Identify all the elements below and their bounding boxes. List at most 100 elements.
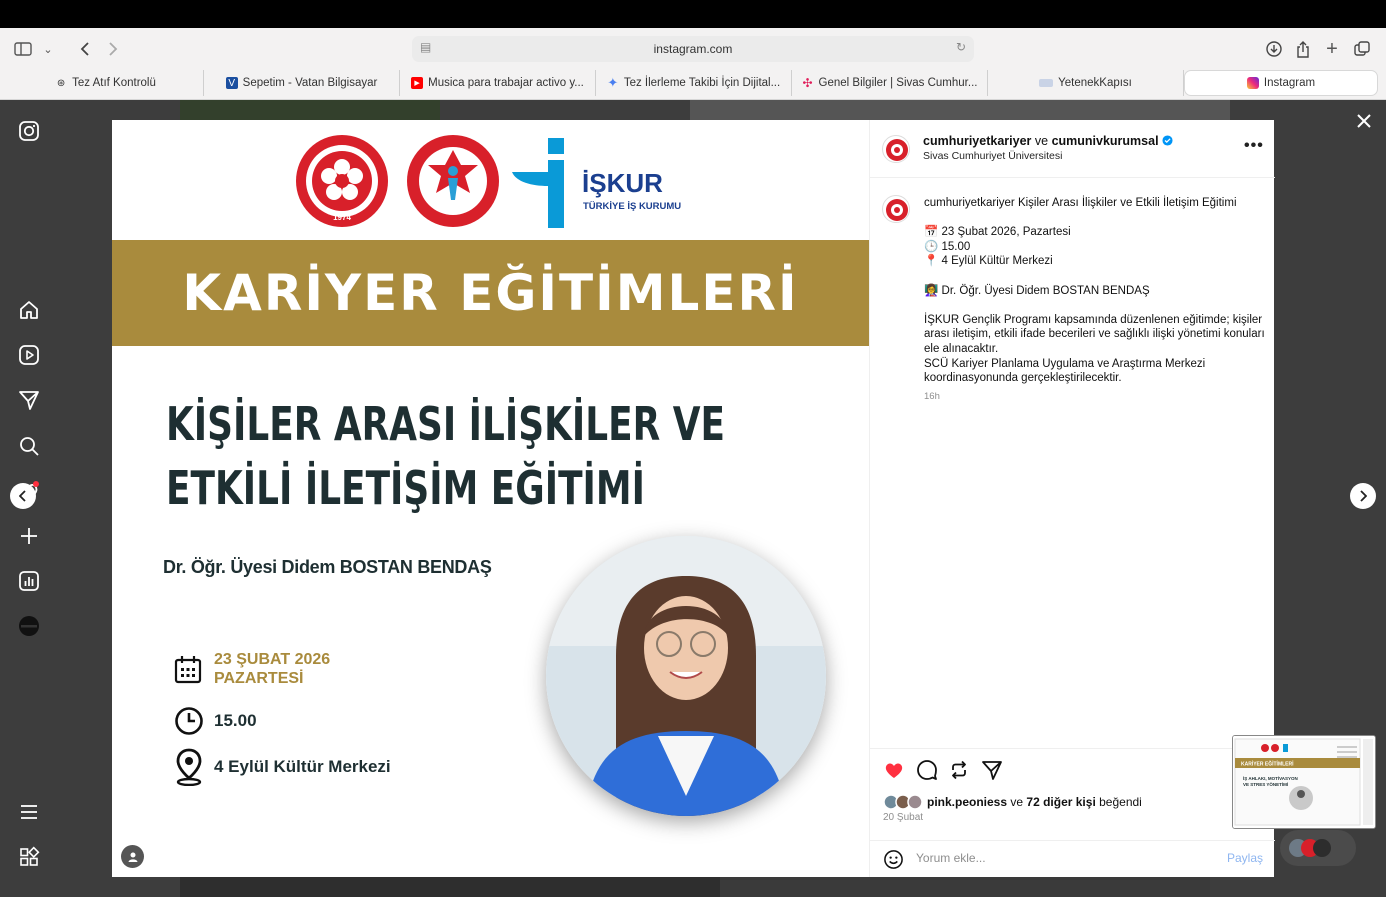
tab-gemini[interactable]: ✦ Tez İlerleme Takibi İçin Dijital... bbox=[596, 70, 792, 96]
poster-date-row: 23 ŞUBAT 2026 PAZARTESİ bbox=[174, 650, 330, 688]
close-modal-button[interactable] bbox=[1352, 110, 1376, 134]
activity-avatars[interactable] bbox=[1280, 830, 1356, 866]
likes-others[interactable]: 72 diğer kişi bbox=[1026, 795, 1095, 809]
tab-label: YetenekKapısı bbox=[1058, 77, 1132, 89]
next-post-preview[interactable]: KARİYER EĞİTİMLERİ İŞ AHLAKI, MOTİVASYON… bbox=[1232, 735, 1376, 829]
caption-timestamp[interactable]: 16h bbox=[924, 390, 1266, 405]
caption-body-2: SCÜ Kariyer Planlama Uygulama ve Araştır… bbox=[924, 357, 1206, 385]
authors-joiner: ve bbox=[1034, 134, 1049, 148]
tab-overview-icon[interactable] bbox=[1351, 38, 1373, 60]
iskur-logo: İŞKUR TÜRKİYE İŞ KURUMU bbox=[512, 138, 681, 228]
new-tab-icon[interactable]: + bbox=[1321, 38, 1343, 60]
reels-icon[interactable] bbox=[18, 344, 40, 366]
tab-label: Tez Atıf Kontrolü bbox=[72, 77, 156, 89]
youtube-icon: ▶ bbox=[411, 77, 424, 89]
post-comment-button[interactable]: Paylaş bbox=[1227, 851, 1263, 865]
background-post-thumbnail bbox=[720, 877, 1210, 897]
university-seal-logo: 1974 bbox=[296, 135, 388, 227]
preview-title-line1: İŞ AHLAKI, MOTİVASYON bbox=[1243, 775, 1298, 781]
tab-instagram[interactable]: Instagram bbox=[1184, 70, 1378, 96]
tab-vatan[interactable]: V Sepetim - Vatan Bilgisayar bbox=[204, 70, 400, 96]
iskur-subtitle: TÜRKİYE İŞ KURUMU bbox=[583, 201, 681, 212]
back-button[interactable] bbox=[74, 38, 96, 60]
chevron-left-icon bbox=[19, 490, 26, 502]
tab-yetenek[interactable]: YetenekKapısı bbox=[988, 70, 1184, 96]
likes-summary: pink.peoniess ve 72 diğer kişi beğendi bbox=[927, 795, 1142, 809]
likes-joiner: ve bbox=[1010, 795, 1024, 809]
tab-tez-atif[interactable]: ⊛ Tez Atıf Kontrolü bbox=[8, 70, 204, 96]
reload-icon[interactable]: ↻ bbox=[956, 40, 966, 54]
slack-icon: ✣ bbox=[802, 76, 813, 90]
poster-speaker: Dr. Öğr. Üyesi Didem BOSTAN BENDAŞ bbox=[163, 557, 492, 577]
search-icon[interactable] bbox=[18, 435, 40, 457]
likes-suffix: beğendi bbox=[1099, 795, 1142, 809]
messages-icon[interactable] bbox=[18, 389, 40, 411]
tagged-users-button[interactable] bbox=[121, 845, 144, 868]
sidebar-toggle-icon[interactable] bbox=[12, 38, 34, 60]
openai-icon: ⊛ bbox=[56, 77, 66, 89]
post-image[interactable]: 1974 İŞKUR TÜRKİYE İŞ KURUMU KARİYER EĞİ… bbox=[112, 120, 869, 877]
post-authors: cumhuriyetkariyer ve cumunivkurumsal bbox=[923, 134, 1173, 148]
comment-icon bbox=[917, 760, 937, 780]
repost-button[interactable] bbox=[948, 759, 970, 781]
next-post-button[interactable] bbox=[1350, 483, 1376, 509]
post-location[interactable]: Sivas Cumhuriyet Üniversitesi bbox=[923, 150, 1062, 162]
user-icon bbox=[128, 852, 137, 862]
home-icon[interactable] bbox=[18, 299, 40, 321]
download-icon[interactable] bbox=[1263, 38, 1285, 60]
address-bar[interactable]: ▤ instagram.com ↻ bbox=[412, 36, 974, 62]
caption-place: 📍 4 Eylül Kültür Merkezi bbox=[924, 255, 1053, 268]
tab-label: Sepetim - Vatan Bilgisayar bbox=[242, 77, 378, 89]
tab-sivas[interactable]: ✣ Genel Bilgiler | Sivas Cumhur... bbox=[792, 70, 988, 96]
comment-input[interactable]: Yorum ekle... bbox=[916, 851, 986, 865]
poster-headline-line1: KİŞİLER ARASI İLİŞKİLER VE bbox=[166, 397, 726, 451]
coauthor-username[interactable]: cumunivkurumsal bbox=[1052, 134, 1159, 148]
forward-button[interactable] bbox=[102, 38, 124, 60]
create-icon[interactable] bbox=[18, 525, 40, 547]
like-button[interactable] bbox=[883, 759, 905, 781]
liker-avatars[interactable] bbox=[883, 794, 925, 810]
post-caption: cumhuriyetkariyer Kişiler Arası İlişkile… bbox=[924, 196, 1266, 404]
previous-post-button[interactable] bbox=[10, 483, 36, 509]
share-button[interactable] bbox=[981, 759, 1003, 781]
page-settings-icon[interactable]: ▤ bbox=[420, 40, 431, 54]
calendar-icon bbox=[174, 656, 202, 684]
emoji-icon[interactable] bbox=[883, 849, 904, 875]
vatan-icon: V bbox=[225, 77, 238, 89]
preview-title-line2: VE STRES YÖNETİMİ bbox=[1243, 781, 1288, 787]
chevron-down-icon[interactable]: ⌄ bbox=[37, 38, 59, 60]
liker-username[interactable]: pink.peoniess bbox=[927, 795, 1007, 809]
share-icon[interactable] bbox=[1292, 38, 1314, 60]
instagram-logo-icon[interactable] bbox=[18, 120, 40, 142]
caption-author[interactable]: cumhuriyetkariyer bbox=[924, 197, 1015, 209]
poster-headline: KİŞİLER ARASI İLİŞKİLER VE ETKİLİ İLETİŞ… bbox=[166, 392, 726, 520]
poster-time: 15.00 bbox=[214, 711, 257, 730]
more-apps-icon[interactable] bbox=[18, 846, 40, 868]
poster-date: 23 ŞUBAT 2026 bbox=[214, 651, 331, 668]
tab-label: Instagram bbox=[1263, 77, 1316, 89]
post-actions: pink.peoniess ve 72 diğer kişi beğendi 2… bbox=[870, 748, 1275, 877]
author-username[interactable]: cumhuriyetkariyer bbox=[923, 134, 1031, 148]
career-center-logo bbox=[407, 135, 499, 227]
poster-logos: 1974 İŞKUR TÜRKİYE İŞ KURUMU bbox=[112, 120, 869, 240]
caption-author-avatar[interactable] bbox=[882, 195, 910, 223]
background-post-thumbnail bbox=[180, 877, 720, 897]
tab-youtube[interactable]: ▶ Musica para trabajar activo y... bbox=[400, 70, 596, 96]
poster-band-title: KARİYER EĞİTİMLERİ bbox=[182, 264, 799, 322]
more-options-icon[interactable]: ••• bbox=[1244, 137, 1264, 155]
poster-location-row: 4 Eylül Kültür Merkezi bbox=[174, 748, 391, 786]
instagram-icon bbox=[1246, 77, 1259, 89]
poster-location: 4 Eylül Kültür Merkezi bbox=[214, 757, 391, 776]
menu-icon[interactable] bbox=[18, 801, 40, 823]
post-date[interactable]: 20 Şubat bbox=[883, 812, 923, 823]
browser-toolbar: ⌄ ▤ instagram.com ↻ + ⊛ Tez Atıf Kontrol… bbox=[0, 28, 1386, 100]
address-url: instagram.com bbox=[653, 42, 733, 56]
comment-button[interactable] bbox=[916, 759, 938, 781]
location-pin-icon bbox=[176, 748, 202, 786]
tab-label: Tez İlerleme Takibi İçin Dijital... bbox=[623, 77, 781, 89]
caption-title: Kişiler Arası İlişkiler ve Etkili İletiş… bbox=[1017, 197, 1237, 209]
dashboard-icon[interactable] bbox=[18, 570, 40, 592]
post-details-panel: cumhuriyetkariyer ve cumunivkurumsal Siv… bbox=[869, 120, 1275, 877]
author-avatar[interactable] bbox=[882, 135, 910, 163]
profile-avatar-icon[interactable] bbox=[18, 615, 40, 637]
